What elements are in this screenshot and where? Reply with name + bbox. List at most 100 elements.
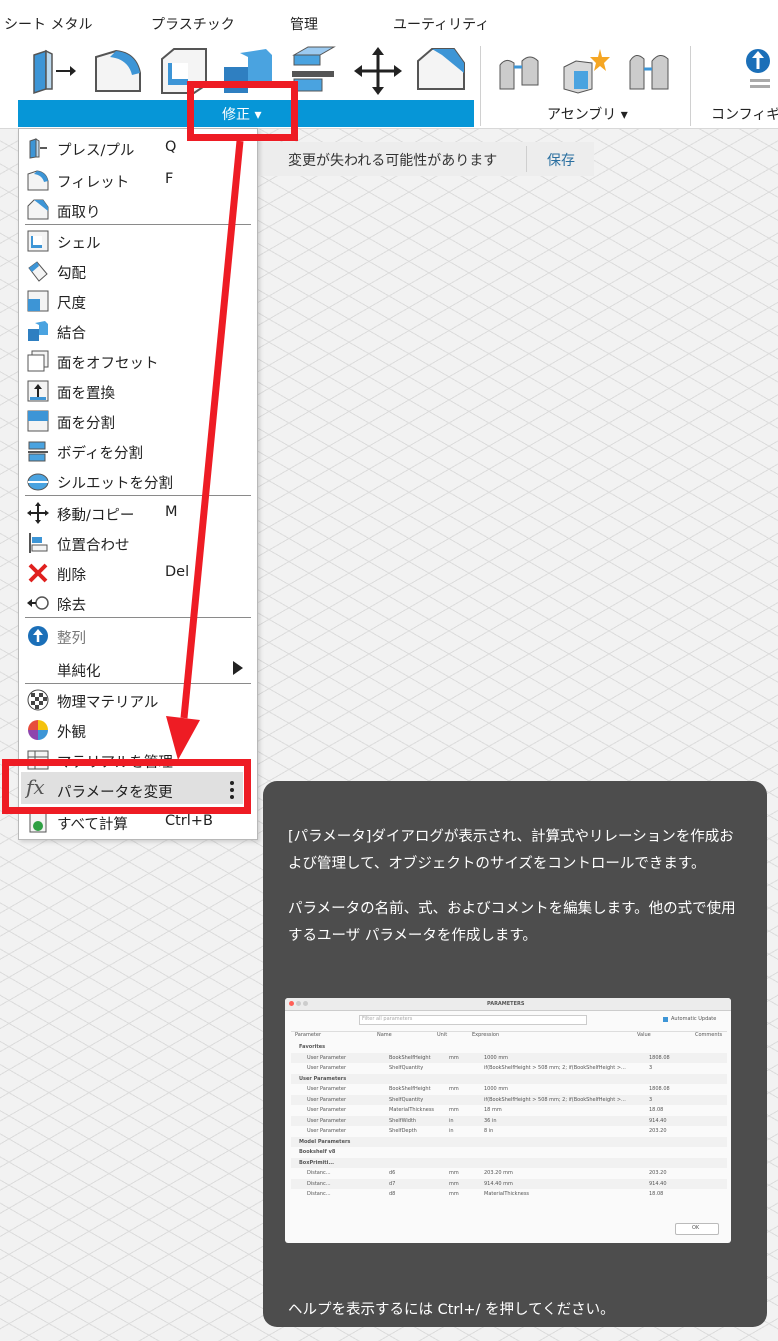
menu-item-replace-face[interactable]: 面を置換 — [19, 375, 257, 405]
menu-item-draft[interactable]: 勾配 — [19, 255, 257, 285]
dialog-table-row: BoxPrimiti... — [291, 1157, 727, 1168]
dialog-table-cell: 1000 mm — [484, 1086, 509, 1092]
dialog-table-cell: 1808.08 — [649, 1086, 670, 1092]
annotation-box-modify — [187, 81, 298, 141]
fillet-tool-icon[interactable] — [92, 45, 144, 97]
dialog-table-row: User Parameter ShelfQuantity if(BookShelfH… — [291, 1094, 727, 1105]
menu-item-label: プレス/プル — [57, 143, 135, 159]
dialog-table-row: User Parameter MaterialThickness mm 18 mm 18… — [291, 1105, 727, 1115]
press-pull-tool-icon[interactable] — [26, 45, 78, 97]
dialog-table-cell: 18.08 — [649, 1191, 664, 1197]
configure-dropdown-label[interactable]: コンフィギュ — [711, 104, 778, 124]
compute-all-icon — [27, 811, 49, 833]
dialog-table-cell: 203.20 — [649, 1170, 667, 1176]
dialog-table-cell: if(BookShelfHeight > 508 mm; 2; if(BookS… — [484, 1096, 626, 1103]
dialog-header-line — [291, 1031, 727, 1032]
submenu-arrow-icon — [233, 661, 243, 679]
move-tool-icon[interactable] — [352, 45, 404, 97]
dialog-table-row: Distanc... d8 mm MaterialThickness 18.08 — [291, 1189, 727, 1199]
dialog-table-cell: MaterialThickness — [484, 1191, 530, 1197]
modify-dropdown-menu: プレス/プル Q フィレット F 面取り シェル 勾配 尺度 結合 面をオフセッ… — [18, 128, 258, 840]
menu-item-remove[interactable]: 除去 — [19, 587, 257, 617]
tab-plastic[interactable]: プラスチック — [151, 14, 235, 34]
minimize-dot-icon — [296, 1001, 301, 1006]
tab-utilities[interactable]: ユーティリティ — [393, 14, 489, 34]
dialog-table-cell: mm — [449, 1107, 459, 1113]
align-icon — [27, 532, 49, 554]
appearance-icon — [27, 719, 49, 741]
menu-item-label: すべて計算 — [57, 817, 128, 833]
auto-update-label: Automatic Update — [671, 1016, 717, 1022]
menu-item-label: 尺度 — [57, 296, 86, 312]
delete-icon — [27, 562, 49, 584]
menu-item-label: 位置合わせ — [57, 538, 130, 554]
menu-item-label: 削除 — [57, 568, 86, 584]
dialog-table-cell: User Parameter — [307, 1054, 346, 1061]
dialog-table-cell: ShelfQuantity — [389, 1096, 424, 1103]
dialog-table-cell: User Parameter — [307, 1128, 346, 1134]
dialog-table-cell: ShelfQuantity — [389, 1065, 424, 1071]
menu-divider — [25, 617, 251, 618]
annotation-box-change-parameters — [2, 759, 251, 814]
remove-icon — [27, 592, 49, 614]
tab-manage[interactable]: 管理 — [290, 14, 318, 34]
menu-item-chamfer[interactable]: 面取り — [19, 194, 257, 224]
menu-item-fillet[interactable]: フィレット F — [19, 164, 257, 194]
menu-item-scale[interactable]: 尺度 — [19, 285, 257, 315]
menu-item-label: 単純化 — [57, 664, 101, 680]
menu-item-label: 移動/コピー — [57, 508, 135, 524]
split-body-icon — [27, 440, 49, 462]
menu-item-shell[interactable]: シェル — [19, 225, 257, 255]
scale-icon — [27, 290, 49, 312]
menu-item-shortcut: Ctrl+B — [165, 813, 213, 829]
tab-bar: シート メタル プラスチック 管理 ユーティリティ — [0, 0, 778, 40]
shell-icon — [27, 230, 49, 252]
menu-item-label: 外観 — [57, 725, 86, 741]
menu-item-align[interactable]: 位置合わせ — [19, 527, 257, 557]
tooltip-details: パラメータの名前、式、およびコメントを編集します。他の式で使用するユーザ パラメ… — [288, 901, 736, 944]
dialog-table-cell: d7 — [389, 1180, 396, 1187]
assembly-dropdown-label[interactable]: アセンブリ ▾ — [547, 104, 628, 124]
as-built-joint-tool-icon[interactable] — [624, 45, 676, 97]
menu-item-label: 勾配 — [57, 266, 86, 282]
menu-item-physical-material[interactable]: 物理マテリアル — [19, 684, 257, 714]
menu-item-combine[interactable]: 結合 — [19, 315, 257, 345]
dialog-table-row: User Parameter ShelfWidth in 36 in 914.40 — [291, 1115, 727, 1126]
dialog-table-cell: User Parameter — [307, 1107, 346, 1113]
joint-tool-icon[interactable] — [496, 45, 548, 97]
dialog-table-cell: BookShelfHeight — [389, 1054, 431, 1061]
ribbon: シート メタル プラスチック 管理 ユーティリティ 修正 ▾ アセンブリ ▾ コ… — [0, 0, 778, 129]
new-component-tool-icon[interactable] — [560, 45, 612, 97]
dialog-title: PARAMETERS — [487, 1001, 525, 1007]
menu-item-split-body[interactable]: ボディを分割 — [19, 435, 257, 465]
col-header: Unit — [437, 1032, 448, 1038]
configure-tool-icon[interactable] — [722, 45, 774, 97]
menu-item-appearance[interactable]: 外観 — [19, 714, 257, 744]
menu-item-move-copy[interactable]: 移動/コピー M — [19, 497, 257, 527]
menu-item-offset-face[interactable]: 面をオフセット — [19, 345, 257, 375]
physical-material-icon — [27, 689, 49, 711]
menu-item-label: シルエットを分割 — [57, 476, 173, 492]
move-icon — [27, 502, 49, 524]
menu-item-label: 面を置換 — [57, 386, 115, 402]
dialog-table-cell: ShelfDepth — [389, 1128, 417, 1134]
dialog-table-cell: MaterialThickness — [389, 1107, 435, 1113]
dialog-table-cell: User Parameter — [307, 1117, 346, 1124]
menu-item-silhouette-split[interactable]: シルエットを分割 — [19, 465, 257, 495]
menu-item-delete[interactable]: 削除 Del — [19, 557, 257, 587]
save-link[interactable]: 保存 — [547, 150, 575, 170]
dialog-table-row: Bookshelf v8 — [291, 1147, 727, 1157]
menu-item-simplify[interactable]: 単純化 — [19, 653, 257, 683]
menu-item-split-face[interactable]: 面を分割 — [19, 405, 257, 435]
dialog-table-cell: BoxPrimiti... — [299, 1159, 335, 1166]
dialog-table-row: Model Parameters — [291, 1136, 727, 1147]
dialog-table-cell: 36 in — [484, 1117, 497, 1124]
dialog-table-cell: Distanc... — [307, 1170, 331, 1176]
tab-sheet-metal[interactable]: シート メタル — [4, 14, 92, 34]
maximize-dot-icon — [303, 1001, 308, 1006]
dialog-table-cell: mm — [449, 1180, 459, 1187]
chamfer-tool-icon[interactable] — [414, 45, 466, 97]
menu-item-arrange[interactable]: 整列 — [19, 620, 257, 650]
fillet-icon — [27, 169, 49, 191]
tooltip-description: [パラメータ]ダイアログが表示され、計算式やリレーションを作成および管理して、オ… — [288, 829, 734, 872]
